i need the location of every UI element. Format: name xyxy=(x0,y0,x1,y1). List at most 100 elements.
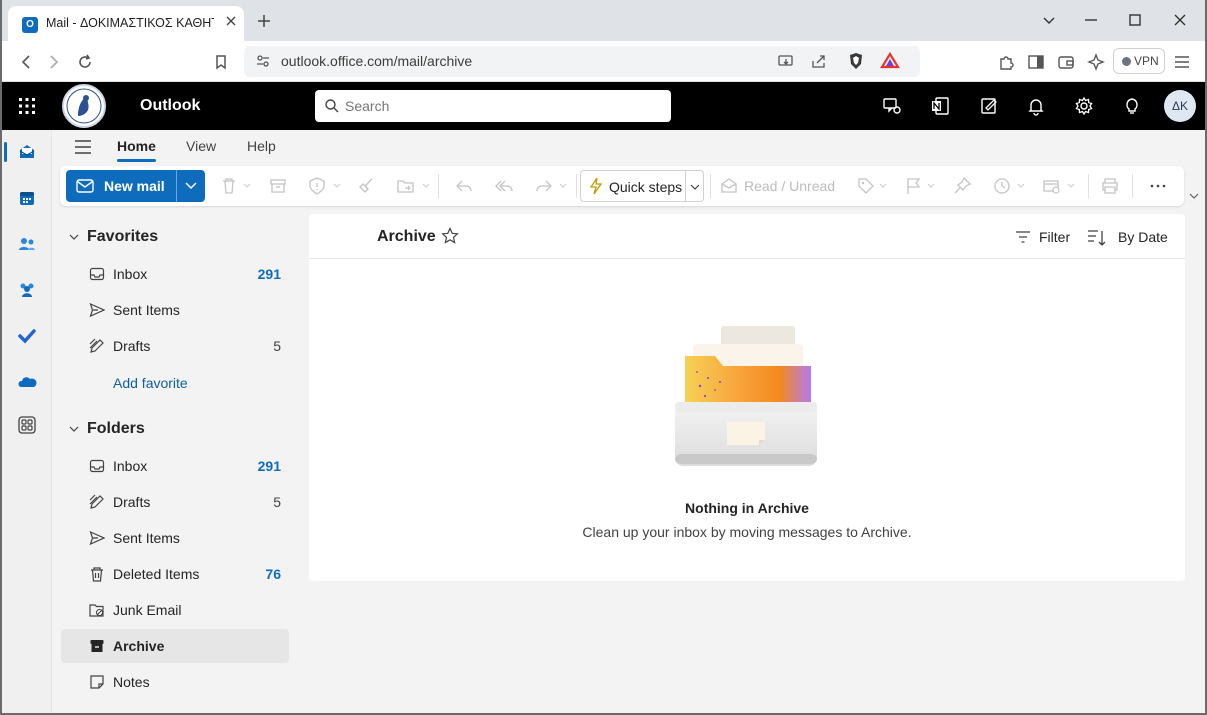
onenote-icon[interactable] xyxy=(930,96,950,116)
folders-header[interactable]: Folders xyxy=(87,420,145,438)
favorite-item-drafts[interactable]: Drafts 5 xyxy=(61,329,289,363)
folder-item-archive[interactable]: Archive xyxy=(61,629,289,663)
new-mail-label: New mail xyxy=(104,178,165,194)
site-settings-icon[interactable] xyxy=(254,52,272,70)
unread-count: 76 xyxy=(265,566,281,582)
menu-icon[interactable] xyxy=(1172,52,1192,72)
bell-icon[interactable] xyxy=(1026,96,1046,116)
rules-icon[interactable] xyxy=(1042,176,1078,196)
new-mail-button[interactable]: New mail xyxy=(66,170,205,202)
bookmark-icon[interactable] xyxy=(211,52,231,72)
mail-icon[interactable] xyxy=(17,142,37,162)
reload-icon[interactable] xyxy=(75,52,95,72)
clock-icon[interactable] xyxy=(992,176,1028,196)
folder-title: Archive xyxy=(377,228,436,245)
avatar[interactable]: ΔΚ xyxy=(1164,90,1196,122)
lightbulb-icon[interactable] xyxy=(1122,96,1142,116)
app-name[interactable]: Outlook xyxy=(140,97,200,115)
folder-item-junk-email[interactable]: Junk Email xyxy=(61,593,289,627)
trash-icon[interactable] xyxy=(220,176,252,196)
calendar-icon[interactable] xyxy=(17,188,37,208)
folder-item-sent-items[interactable]: Sent Items xyxy=(61,521,289,555)
tab-help[interactable]: Help xyxy=(247,138,276,154)
favorites-header[interactable]: Favorites xyxy=(87,228,158,246)
wallet-icon[interactable] xyxy=(1056,52,1076,72)
forward-mail-icon[interactable] xyxy=(534,176,570,196)
reply-all-icon[interactable] xyxy=(494,176,514,196)
plus-icon[interactable] xyxy=(255,12,273,30)
todo-icon[interactable] xyxy=(17,326,37,346)
hamburger-icon[interactable] xyxy=(74,139,92,155)
tab-title: Mail - ΔΟΚΙΜΑΣΤΙΚΟΣ ΚΑΘΗΤΗΣ xyxy=(46,16,214,30)
sweep-icon[interactable] xyxy=(356,176,376,196)
tag-icon[interactable] xyxy=(856,176,890,196)
print-icon[interactable] xyxy=(1100,176,1120,196)
lightning-icon xyxy=(587,177,605,195)
forward-icon[interactable] xyxy=(44,52,64,72)
back-icon[interactable] xyxy=(16,52,36,72)
meet-now-icon[interactable] xyxy=(882,96,902,116)
folder-item-deleted-items[interactable]: Deleted Items 76 xyxy=(61,557,289,591)
send-icon xyxy=(89,302,105,318)
browser-tab[interactable]: O Mail - ΔΟΚΙΜΑΣΤΙΚΟΣ ΚΑΘΗΤΗΣ xyxy=(8,6,244,41)
brave-rewards-icon[interactable] xyxy=(880,51,900,71)
chevron-down-icon[interactable] xyxy=(689,181,701,193)
maximize-icon[interactable] xyxy=(1126,11,1144,29)
folder-label: Inbox xyxy=(113,266,148,282)
star-icon[interactable] xyxy=(441,227,459,245)
close-window-icon[interactable] xyxy=(1171,11,1189,29)
address-bar[interactable]: outlook.office.com/mail/archive xyxy=(244,46,920,77)
people-icon[interactable] xyxy=(17,234,37,254)
close-icon[interactable] xyxy=(223,13,239,29)
trash-icon xyxy=(89,566,105,582)
search-input[interactable] xyxy=(345,90,665,122)
gear-icon[interactable] xyxy=(1074,96,1094,116)
unread-count: 291 xyxy=(257,458,281,474)
empty-state-subtitle: Clean up your inbox by moving messages t… xyxy=(582,524,912,540)
app-rail xyxy=(2,130,52,713)
read-unread-label: Read / Unread xyxy=(744,178,836,194)
ribbon-divider xyxy=(710,174,711,198)
folder-label: Drafts xyxy=(113,494,151,510)
junk-icon xyxy=(89,602,105,618)
share-icon[interactable] xyxy=(810,52,828,70)
report-icon[interactable] xyxy=(308,176,342,196)
chevron-down-icon[interactable] xyxy=(68,423,80,435)
folder-item-inbox[interactable]: Inbox 291 xyxy=(61,449,289,483)
chevron-down-icon[interactable] xyxy=(1188,190,1200,202)
envelope-icon xyxy=(76,178,94,194)
extensions-icon[interactable] xyxy=(996,52,1016,72)
onedrive-icon[interactable] xyxy=(17,372,37,392)
chevron-down-icon[interactable] xyxy=(1040,11,1058,29)
favorite-item-sent-items[interactable]: Sent Items xyxy=(61,293,289,327)
add-favorite-link[interactable]: Add favorite xyxy=(113,375,188,391)
tab-home[interactable]: Home xyxy=(117,138,156,154)
teams-icon[interactable] xyxy=(17,280,37,300)
favorite-item-inbox[interactable]: Inbox 291 xyxy=(61,257,289,291)
vpn-button[interactable]: VPN xyxy=(1113,48,1165,74)
folder-item-notes[interactable]: Notes xyxy=(61,665,289,699)
pin-icon[interactable] xyxy=(952,176,972,196)
folder-item-drafts[interactable]: Drafts 5 xyxy=(61,485,289,519)
move-icon[interactable] xyxy=(396,176,432,196)
tab-view[interactable]: View xyxy=(186,138,216,154)
quick-steps-button[interactable]: Quick steps xyxy=(580,170,704,202)
sidebar-icon[interactable] xyxy=(1026,52,1046,72)
vpn-label: VPN xyxy=(1134,54,1159,68)
flag-icon[interactable] xyxy=(904,176,938,196)
more-icon[interactable] xyxy=(1148,176,1168,196)
whiteboard-icon[interactable] xyxy=(979,96,999,116)
minimize-icon[interactable] xyxy=(1082,11,1100,29)
waffle-icon[interactable] xyxy=(18,97,36,115)
leo-ai-icon[interactable] xyxy=(1086,52,1106,72)
archive-icon[interactable] xyxy=(268,176,288,196)
brave-shield-icon[interactable] xyxy=(846,51,866,71)
search-box[interactable] xyxy=(315,90,671,122)
install-icon[interactable] xyxy=(777,52,795,70)
chevron-down-icon[interactable] xyxy=(184,180,198,192)
reply-icon[interactable] xyxy=(454,176,474,196)
organization-logo[interactable] xyxy=(62,84,106,128)
apps-icon[interactable] xyxy=(17,415,37,435)
filter-icon xyxy=(1015,229,1031,245)
chevron-down-icon[interactable] xyxy=(68,231,80,243)
